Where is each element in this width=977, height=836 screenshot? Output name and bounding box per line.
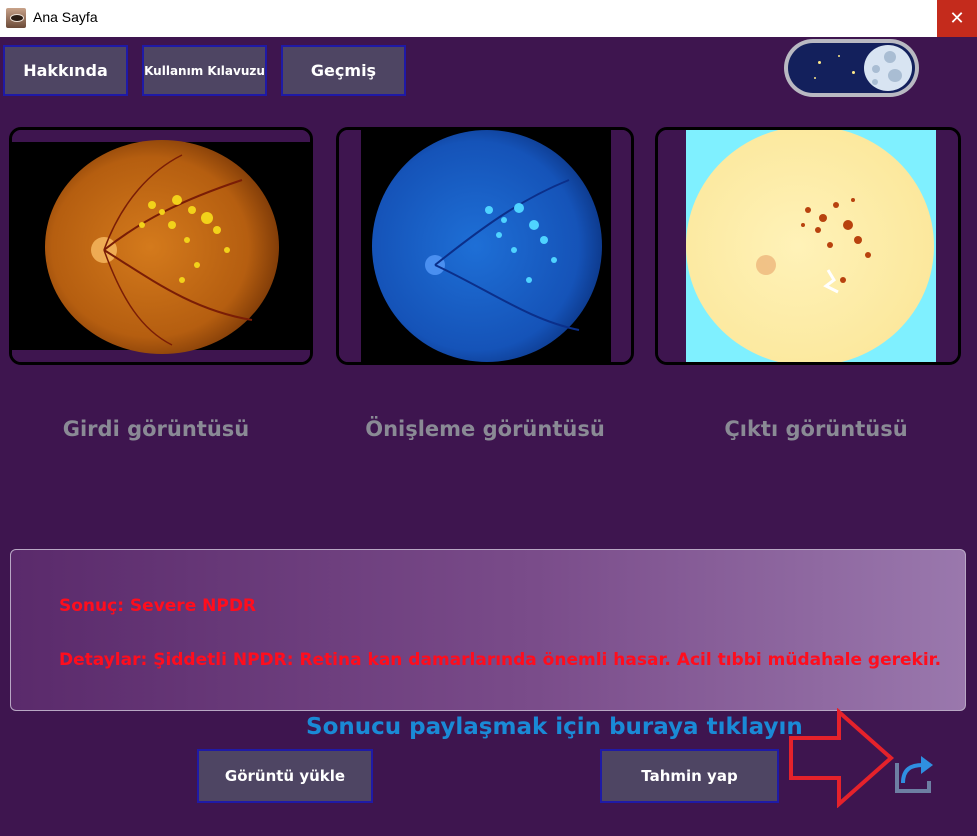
preprocess-fundus-image	[339, 130, 631, 362]
output-heatmap-image	[658, 130, 958, 362]
title-bar: Ana Sayfa ✕	[0, 0, 977, 37]
input-image-frame	[9, 127, 313, 365]
upload-image-button[interactable]: Görüntü yükle	[197, 749, 373, 803]
night-sky	[788, 43, 915, 93]
result-details: Detaylar: Şiddetli NPDR: Retina kan dama…	[59, 650, 942, 670]
theme-toggle[interactable]	[784, 39, 919, 97]
share-icon[interactable]	[893, 753, 935, 795]
result-conclusion: Sonuç: Severe NPDR	[59, 596, 257, 616]
predict-button[interactable]: Tahmin yap	[600, 749, 779, 803]
input-image-label: Girdi görüntüsü	[62, 417, 250, 441]
preprocess-image-frame	[336, 127, 634, 365]
output-image-label: Çıktı görüntüsü	[724, 417, 908, 441]
eye-app-icon	[6, 8, 26, 28]
user-guide-button[interactable]: Kullanım Kılavuzu	[142, 45, 267, 96]
moon-icon	[864, 45, 912, 91]
star-icon	[852, 71, 855, 74]
star-icon	[818, 61, 821, 64]
preprocess-image-label: Önişleme görüntüsü	[365, 417, 605, 441]
share-prompt[interactable]: Sonucu paylaşmak için buraya tıklayın	[306, 714, 803, 740]
arrow-right-icon	[789, 708, 895, 808]
about-button[interactable]: Hakkında	[3, 45, 128, 96]
result-panel: Sonuç: Severe NPDR Detaylar: Şiddetli NP…	[10, 549, 966, 711]
history-button[interactable]: Geçmiş	[281, 45, 406, 96]
star-icon	[838, 55, 840, 57]
star-icon	[814, 77, 816, 79]
close-button[interactable]: ✕	[937, 0, 977, 37]
output-image-frame	[655, 127, 961, 365]
window-title: Ana Sayfa	[33, 9, 98, 25]
input-fundus-image	[12, 130, 310, 362]
